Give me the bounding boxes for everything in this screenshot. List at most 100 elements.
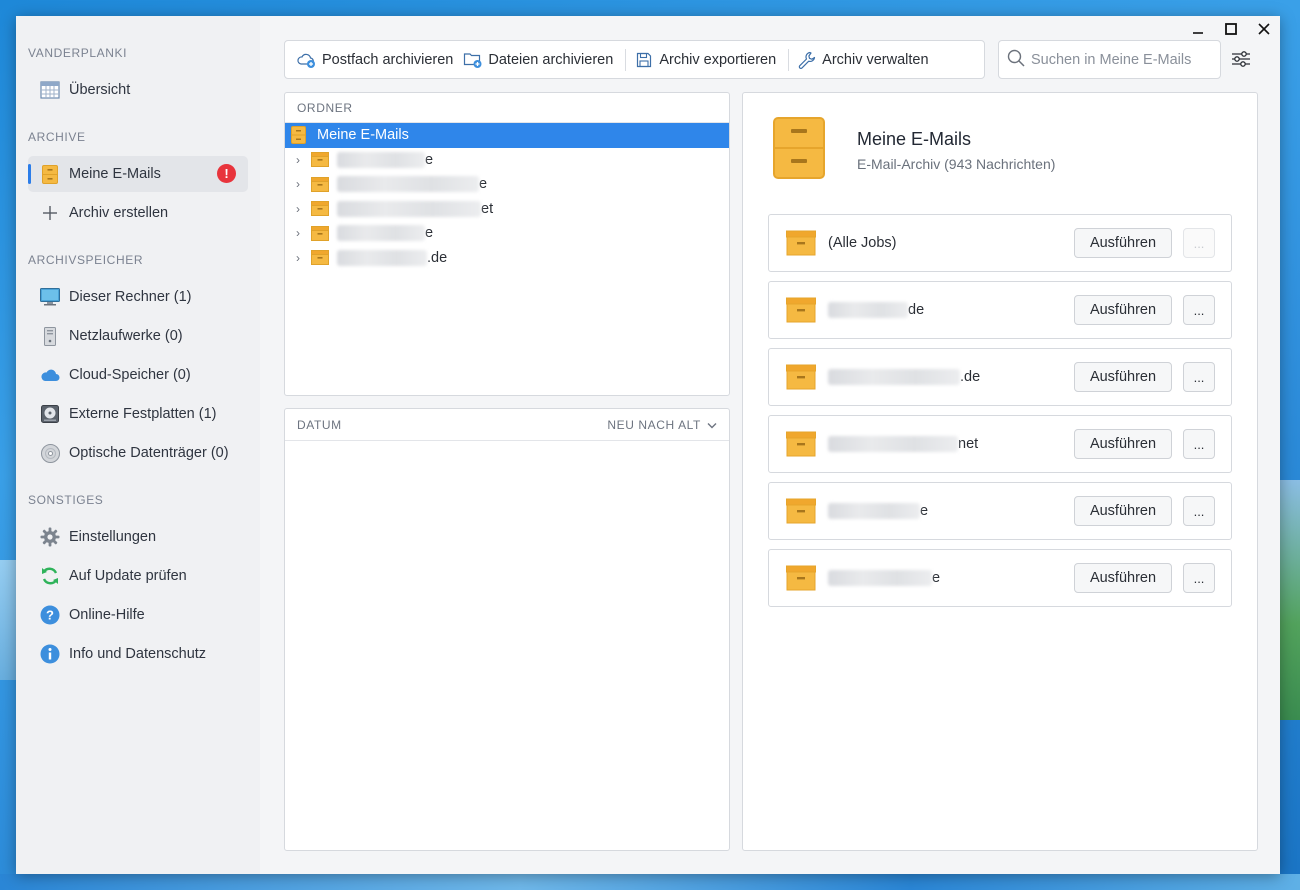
search-icon <box>1007 49 1025 70</box>
sidebar-item-dieser-rechner[interactable]: Dieser Rechner (1) <box>28 279 248 315</box>
toolbar: Postfach archivieren Dateien archivieren… <box>284 40 985 79</box>
sidebar-item-optische-datentraeger[interactable]: Optische Datenträger (0) <box>28 435 248 471</box>
job-more-button[interactable]: ... <box>1183 429 1215 459</box>
sidebar-item-externe-festplatten[interactable]: Externe Festplatten (1) <box>28 396 248 432</box>
archive-box-icon <box>786 296 816 324</box>
minimize-icon[interactable] <box>1181 16 1214 42</box>
redacted-text <box>828 302 908 318</box>
run-job-button[interactable]: Ausführen <box>1074 362 1172 392</box>
chevron-right-icon[interactable]: › <box>285 177 311 191</box>
folder-tree-item[interactable]: › e <box>285 221 729 246</box>
archive-box-icon <box>786 363 816 391</box>
app-window: VANDERPLANKI Übersicht ARCHIVE Meine E-M… <box>16 16 1280 874</box>
toolbar-divider <box>625 48 627 71</box>
maximize-icon[interactable] <box>1214 16 1247 42</box>
svg-text:?: ? <box>46 608 54 623</box>
job-name-suffix: .de <box>960 369 981 385</box>
folder-tree-item[interactable]: › e <box>285 172 729 197</box>
archive-detail-title-block: Meine E-Mails E-Mail-Archiv (943 Nachric… <box>857 129 1055 172</box>
chevron-right-icon[interactable]: › <box>285 251 311 265</box>
sidebar-item-label: Externe Festplatten (1) <box>69 406 217 422</box>
sidebar-item-label: Info und Datenschutz <box>69 646 207 662</box>
folder-tree-item[interactable]: › .de <box>285 246 729 271</box>
archive-mailbox-button[interactable]: Postfach archivieren <box>295 41 461 78</box>
sliders-icon <box>1231 50 1251 71</box>
sidebar-item-netzlaufwerke[interactable]: Netzlaufwerke (0) <box>28 318 248 354</box>
job-more-button[interactable]: ... <box>1183 228 1215 258</box>
job-more-button[interactable]: ... <box>1183 496 1215 526</box>
folder-tree-item-label: et <box>481 200 494 217</box>
run-job-button[interactable]: Ausführen <box>1074 563 1172 593</box>
job-row: de Ausführen ... <box>768 281 1232 339</box>
archive-box-icon <box>311 249 331 267</box>
filter-settings-button[interactable] <box>1228 47 1254 73</box>
run-job-button[interactable]: Ausführen <box>1074 295 1172 325</box>
folder-tree-item-label: e <box>425 151 434 168</box>
info-icon <box>40 644 60 664</box>
redacted-text <box>828 436 958 452</box>
archive-subtitle: E-Mail-Archiv (943 Nachrichten) <box>857 156 1056 172</box>
archive-files-label: Dateien archivieren <box>488 51 614 68</box>
alert-badge[interactable]: ! <box>217 164 236 183</box>
sidebar-item-meine-emails[interactable]: Meine E-Mails ! <box>28 156 248 192</box>
sidebar-item-update-pruefen[interactable]: Auf Update prüfen <box>28 558 248 594</box>
archive-cabinet-icon <box>40 164 60 184</box>
redacted-text <box>828 369 960 385</box>
archive-box-icon <box>786 564 816 592</box>
folder-tree-root[interactable]: Meine E-Mails <box>285 123 729 148</box>
sidebar-item-label: Auf Update prüfen <box>69 568 187 584</box>
sidebar-item-online-hilfe[interactable]: ? Online-Hilfe <box>28 597 248 633</box>
sidebar-item-archiv-erstellen[interactable]: Archiv erstellen <box>28 195 248 231</box>
chevron-right-icon[interactable]: › <box>285 226 311 240</box>
run-job-button[interactable]: Ausführen <box>1074 429 1172 459</box>
export-archive-button[interactable]: Archiv exportieren <box>632 41 784 78</box>
job-name: e <box>828 570 1074 586</box>
job-more-button[interactable]: ... <box>1183 295 1215 325</box>
job-more-button[interactable]: ... <box>1183 563 1215 593</box>
sidebar-section-title: SONSTIGES <box>28 493 104 507</box>
folder-tree-item[interactable]: › e <box>285 148 729 173</box>
wrench-icon <box>797 50 817 70</box>
sidebar-item-label: Online-Hilfe <box>69 607 145 623</box>
sidebar-item-uebersicht[interactable]: Übersicht <box>28 72 248 108</box>
folder-panel: ORDNER Meine E-Mails › e › e › et › e › … <box>284 92 730 396</box>
folder-panel-header: ORDNER <box>285 93 729 123</box>
window-controls <box>1181 16 1280 42</box>
export-archive-label: Archiv exportieren <box>659 51 777 68</box>
archive-box-icon <box>311 151 331 169</box>
archive-box-icon <box>311 200 331 218</box>
network-drive-icon <box>40 326 60 346</box>
sidebar-item-label: Netzlaufwerke (0) <box>69 328 183 344</box>
message-list-header: DATUM NEU NACH ALT <box>285 409 729 441</box>
archive-box-icon <box>311 175 331 193</box>
chevron-right-icon[interactable]: › <box>285 153 311 167</box>
gear-icon <box>40 527 60 547</box>
desktop-background-right <box>1280 480 1300 720</box>
folder-tree-item-label: e <box>479 176 488 193</box>
job-row: (Alle Jobs) Ausführen ... <box>768 214 1232 272</box>
archive-files-button[interactable]: Dateien archivieren <box>461 41 621 78</box>
run-job-button[interactable]: Ausführen <box>1074 496 1172 526</box>
run-job-button[interactable]: Ausführen <box>1074 228 1172 258</box>
close-icon[interactable] <box>1247 16 1280 42</box>
sidebar-item-info-datenschutz[interactable]: Info und Datenschutz <box>28 636 248 672</box>
sidebar-item-cloud-speicher[interactable]: Cloud-Speicher (0) <box>28 357 248 393</box>
cloud-add-icon <box>297 50 317 70</box>
sidebar-item-einstellungen[interactable]: Einstellungen <box>28 519 248 555</box>
archive-detail-header: Meine E-Mails E-Mail-Archiv (943 Nachric… <box>773 117 1055 182</box>
sidebar-section-title: ARCHIVE <box>28 130 86 144</box>
search-input[interactable] <box>1031 51 1211 68</box>
sort-order-label: NEU NACH ALT <box>607 417 701 432</box>
chevron-right-icon[interactable]: › <box>285 202 311 216</box>
date-column-header[interactable]: DATUM <box>297 418 342 432</box>
external-disk-icon <box>40 404 60 424</box>
folder-tree-item[interactable]: › et <box>285 197 729 222</box>
job-name-suffix: e <box>920 503 929 519</box>
search-box <box>998 40 1221 79</box>
chevron-down-icon <box>707 418 717 432</box>
job-more-button[interactable]: ... <box>1183 362 1215 392</box>
manage-archive-button[interactable]: Archiv verwalten <box>795 41 936 78</box>
archive-cabinet-icon <box>291 126 311 145</box>
cloud-icon <box>40 365 60 385</box>
sort-order-dropdown[interactable]: NEU NACH ALT <box>607 418 717 432</box>
